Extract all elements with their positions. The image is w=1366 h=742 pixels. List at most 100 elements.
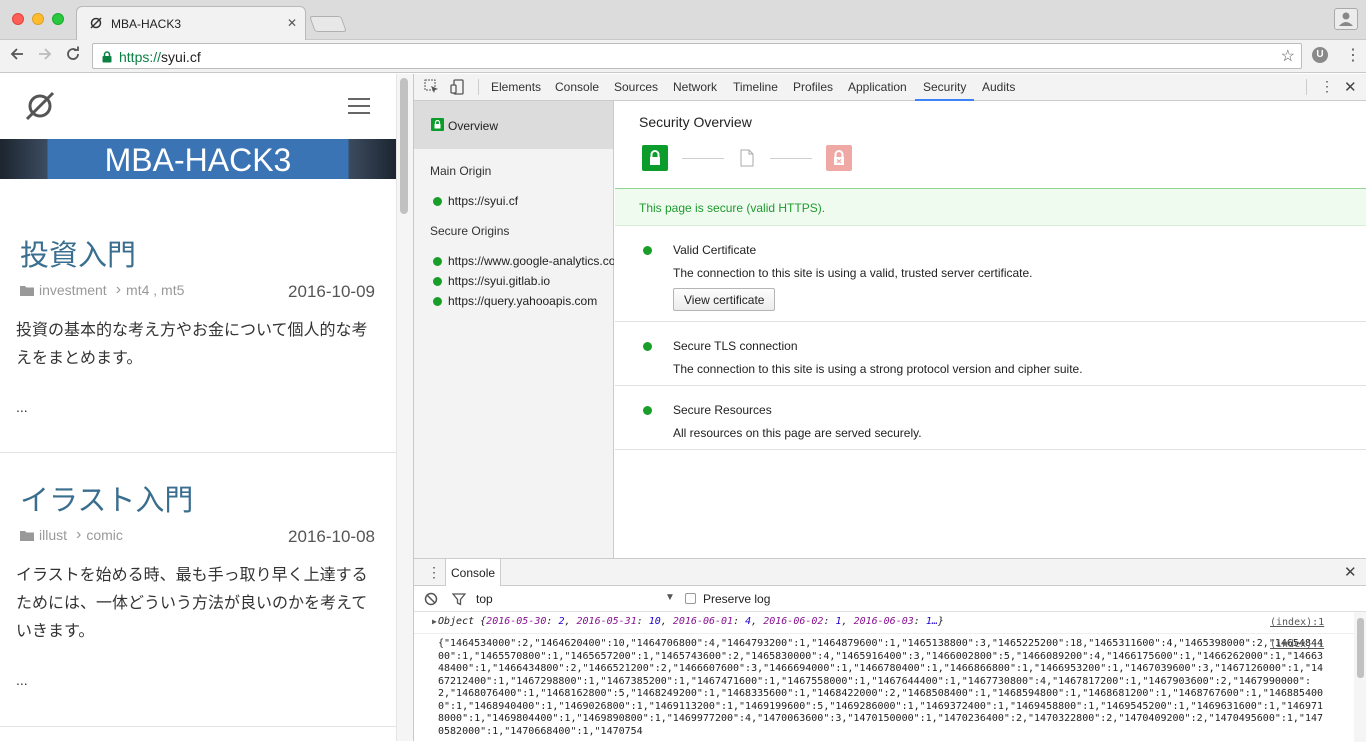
sidebar-item-label: Overview xyxy=(448,119,499,133)
security-sidebar: Overview Main Origin https://syui.cf Sec… xyxy=(414,101,614,558)
minimize-window-button[interactable] xyxy=(32,13,44,25)
sidebar-item-overview[interactable]: Overview xyxy=(414,101,613,149)
post-title-link[interactable]: イラスト入門 xyxy=(20,477,193,519)
security-item: Valid Certificate The connection to this… xyxy=(615,226,1366,322)
close-window-button[interactable] xyxy=(12,13,24,25)
object-key: 2016-05-31 xyxy=(576,616,637,627)
site-banner: MBA-HACK3 xyxy=(0,139,396,179)
context-selector[interactable]: top xyxy=(476,592,493,606)
object-prefix: Object { xyxy=(438,616,487,627)
page-scrollbar[interactable] xyxy=(396,74,413,741)
object-key: 2016-05-30 xyxy=(486,616,547,627)
view-certificate-button[interactable]: View certificate xyxy=(673,288,776,311)
close-drawer-icon[interactable]: ✕ xyxy=(1344,563,1357,581)
drawer-menu-icon[interactable]: ⋮ xyxy=(427,564,441,581)
chevron-down-icon[interactable]: ▼ xyxy=(665,592,675,603)
browser-toolbar: https://syui.cf ☆ U ⋮ xyxy=(0,40,1366,73)
lock-icon xyxy=(431,118,444,134)
devtools-menu-icon[interactable]: ⋮ xyxy=(1320,78,1334,95)
preserve-log-checkbox[interactable] xyxy=(685,593,696,604)
device-toolbar-icon[interactable] xyxy=(450,79,466,98)
panel-title: Security Overview xyxy=(639,114,752,130)
maximize-window-button[interactable] xyxy=(52,13,64,25)
post-more[interactable]: ... xyxy=(16,672,28,688)
post-category-link[interactable]: investment xyxy=(39,282,107,298)
site-logo-icon[interactable] xyxy=(24,90,56,125)
post-meta: illust › comic xyxy=(20,526,123,544)
chevron-right-icon: › xyxy=(115,281,122,298)
clear-console-icon[interactable] xyxy=(424,592,438,609)
sidebar-item-origin[interactable]: https://syui.gitlab.io xyxy=(433,274,614,288)
expand-triangle-icon[interactable]: ▶ xyxy=(432,617,437,626)
console-output: ▶ Object {2016-05-30: 2, 2016-05-31: 10,… xyxy=(414,612,1354,742)
post-excerpt: 投資の基本的な考え方やお金について個人的な考えをまとめます。 xyxy=(16,322,368,367)
secure-status-dot xyxy=(433,197,442,206)
tab-console-drawer[interactable]: Console xyxy=(445,559,502,586)
post-meta: investment › mt4 , mt5 xyxy=(20,281,184,299)
close-devtools-icon[interactable]: ✕ xyxy=(1344,78,1357,96)
tab-timeline[interactable]: Timeline xyxy=(733,80,778,101)
forward-arrow-icon[interactable] xyxy=(37,46,53,67)
object-value: 10 xyxy=(648,616,661,627)
secure-status-dot xyxy=(643,246,652,255)
bookmark-star-icon[interactable]: ☆ xyxy=(1281,46,1295,66)
banner-title: MBA-HACK3 xyxy=(104,142,292,178)
folder-icon xyxy=(20,530,34,541)
console-message[interactable]: ▶ Object {2016-05-30: 2, 2016-05-31: 10,… xyxy=(432,616,944,627)
web-page: MBA-HACK3 投資入門 investment › mt4 , mt5 20… xyxy=(0,74,396,741)
address-bar[interactable]: https://syui.cf ☆ xyxy=(92,43,1302,69)
console-json-message: {"1464534000":2,"1464620400":10,"1464706… xyxy=(438,638,1324,737)
url-host: syui.cf xyxy=(161,49,201,65)
sidebar-item-origin[interactable]: https://query.yahooapis.com xyxy=(433,294,614,308)
reload-icon[interactable] xyxy=(65,46,81,67)
tab-network[interactable]: Network xyxy=(673,80,717,101)
preserve-log-label: Preserve log xyxy=(703,592,771,606)
profile-button[interactable] xyxy=(1334,8,1358,30)
sidebar-item-main-origin[interactable]: https://syui.cf xyxy=(433,194,614,208)
divider xyxy=(0,726,396,727)
origin-url: https://www.google-analytics.com xyxy=(448,254,614,268)
security-summary-text: This page is secure (valid HTTPS). xyxy=(639,201,826,215)
inspect-element-icon[interactable] xyxy=(424,79,440,98)
sidebar-item-origin[interactable]: https://www.google-analytics.com xyxy=(433,254,614,268)
browser-tab[interactable]: MBA-HACK3 ✕ xyxy=(76,6,306,40)
secure-status-dot xyxy=(643,406,652,415)
scrollbar-thumb[interactable] xyxy=(1357,618,1364,678)
tab-console[interactable]: Console xyxy=(555,80,599,101)
drawer-tabbar: ⋮ Console ✕ xyxy=(414,559,1366,586)
security-item-description: All resources on this page are served se… xyxy=(673,426,922,440)
main-origin-heading: Main Origin xyxy=(430,164,492,178)
secure-lock-icon[interactable] xyxy=(102,51,112,66)
tab-security[interactable]: Security xyxy=(915,80,975,101)
extension-icon[interactable]: U xyxy=(1312,47,1328,63)
post-category-link[interactable]: illust xyxy=(39,527,67,543)
object-key: 2016-06-02 xyxy=(763,616,824,627)
post-more[interactable]: ... xyxy=(16,399,28,415)
document-icon xyxy=(740,149,754,170)
post-title-link[interactable]: 投資入門 xyxy=(20,232,136,274)
tab-close-icon[interactable]: ✕ xyxy=(287,16,297,30)
browser-menu-icon[interactable]: ⋮ xyxy=(1345,46,1361,66)
secure-status-dot xyxy=(433,277,442,286)
post-tags-link[interactable]: comic xyxy=(86,527,123,543)
tab-title: MBA-HACK3 xyxy=(111,17,182,31)
post-date: 2016-10-08 xyxy=(288,527,375,546)
tab-audits[interactable]: Audits xyxy=(982,80,1015,101)
console-scrollbar[interactable] xyxy=(1354,612,1366,742)
tab-application[interactable]: Application xyxy=(848,80,907,101)
url-text: https://syui.cf xyxy=(119,49,201,65)
source-link[interactable]: (index):1 xyxy=(1270,639,1324,650)
user-icon xyxy=(1339,12,1353,26)
filter-icon[interactable] xyxy=(451,592,467,609)
back-arrow-icon[interactable] xyxy=(9,46,25,67)
scrollbar-thumb[interactable] xyxy=(400,78,408,214)
tab-sources[interactable]: Sources xyxy=(614,80,658,101)
hamburger-menu-icon[interactable] xyxy=(348,98,370,119)
tab-profiles[interactable]: Profiles xyxy=(793,80,833,101)
tab-elements[interactable]: Elements xyxy=(491,80,541,101)
security-item-description: The connection to this site is using a v… xyxy=(673,266,1033,280)
source-link[interactable]: (index):1 xyxy=(1270,617,1324,628)
new-tab-button[interactable] xyxy=(309,16,347,32)
post-tags-link[interactable]: mt4 , mt5 xyxy=(126,282,184,298)
post-date: 2016-10-09 xyxy=(288,282,375,301)
